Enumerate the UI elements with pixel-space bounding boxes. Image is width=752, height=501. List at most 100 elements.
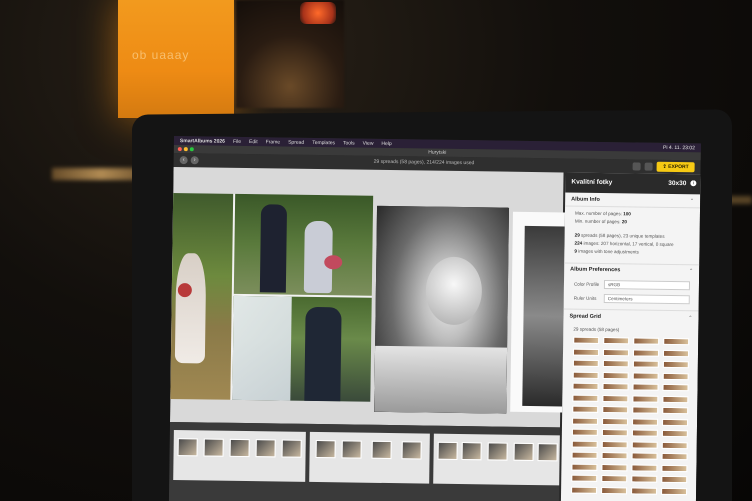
spread-grid-thumb[interactable] [633, 337, 660, 345]
view-icon[interactable] [632, 162, 641, 171]
spread-grid-thumb[interactable] [601, 452, 628, 460]
spread-grid-thumb[interactable] [632, 348, 660, 357]
spread-grid-thumb[interactable] [601, 474, 628, 483]
color-profile-select[interactable]: sRGB [603, 280, 691, 291]
filmstrip-thumb[interactable] [203, 438, 224, 457]
filmstrip-thumb[interactable] [487, 442, 508, 461]
spread-grid-thumb[interactable] [602, 348, 630, 356]
spread-grid-thumb[interactable] [571, 451, 598, 459]
filmstrip-thumb[interactable] [315, 440, 336, 459]
spread-grid-heading[interactable]: Spread Grid [569, 314, 601, 320]
spread-grid-thumb[interactable] [572, 417, 599, 425]
spread-grid-thumb[interactable] [573, 336, 600, 344]
photo-bride-forest[interactable] [168, 192, 234, 400]
menu-file[interactable]: File [233, 138, 241, 144]
filmstrip-thumb[interactable] [537, 443, 558, 462]
spread-grid-thumb[interactable] [662, 349, 690, 357]
filmstrip-spread-selected[interactable] [309, 431, 430, 484]
spread-left-page[interactable] [168, 192, 374, 402]
minimize-icon[interactable] [183, 147, 188, 152]
menu-tools[interactable]: Tools [343, 140, 355, 146]
ruler-units-select[interactable]: Centimeters [603, 294, 690, 305]
forward-icon[interactable]: › [190, 156, 199, 165]
spread-grid-thumb[interactable] [572, 348, 600, 356]
spread-grid-thumb[interactable] [663, 337, 690, 346]
menu-app-name[interactable]: SmartAlbums 2026 [180, 138, 225, 145]
spread-grid-thumb[interactable] [572, 382, 599, 390]
spread-grid-thumb[interactable] [601, 429, 628, 437]
spread-grid-thumb[interactable] [661, 452, 688, 461]
spread-grid-thumb[interactable] [602, 383, 629, 391]
filmstrip-thumb[interactable] [255, 439, 276, 458]
spread-grid-thumb[interactable] [632, 383, 659, 391]
spread-grid-thumb[interactable] [661, 464, 688, 472]
spread-grid-thumb[interactable] [601, 440, 628, 448]
spread-grid-thumb[interactable] [602, 360, 629, 368]
spread-grid-thumb[interactable] [602, 417, 629, 425]
photo-bw-bride-laughing[interactable] [374, 205, 510, 414]
filmstrip-thumb[interactable] [461, 442, 482, 461]
spread-grid-thumb[interactable] [632, 406, 659, 414]
chevron-up-icon[interactable]: ⌃ [688, 315, 692, 321]
album-info-heading[interactable]: Album Info [571, 197, 600, 203]
menu-help[interactable]: Help [381, 140, 391, 146]
spread-grid-thumb[interactable] [632, 394, 659, 403]
spread-grid-thumb[interactable] [661, 429, 688, 438]
spread-grid-thumb[interactable] [632, 360, 659, 368]
filmstrip-thumb[interactable] [437, 441, 458, 460]
close-icon[interactable] [177, 147, 182, 152]
spread-right-page[interactable] [374, 205, 510, 414]
album-preferences-heading[interactable]: Album Preferences [570, 267, 620, 274]
spread-grid-thumb[interactable] [602, 371, 629, 379]
photo-couple-kiss[interactable] [232, 295, 372, 402]
spread-grid-thumb[interactable] [631, 440, 658, 449]
spread-grid-thumb[interactable] [601, 486, 628, 494]
spread-grid-thumb[interactable] [572, 371, 599, 379]
spread-grid-thumb[interactable] [571, 428, 598, 436]
spread-grid-thumb[interactable] [661, 441, 688, 449]
filmstrip-spread[interactable] [433, 433, 560, 486]
spread-grid-thumb[interactable] [662, 383, 689, 392]
next-spread-page[interactable] [510, 211, 565, 413]
spread-grid-thumb[interactable] [662, 418, 689, 426]
filmstrip-thumb[interactable] [513, 442, 534, 462]
spread-grid-thumb[interactable] [631, 452, 658, 460]
spread-grid-thumb[interactable] [661, 487, 688, 495]
panel-toggle-icon[interactable] [644, 162, 653, 171]
filmstrip-thumb[interactable] [341, 440, 362, 459]
menu-edit[interactable]: Edit [249, 139, 258, 145]
photo-couple-standing[interactable] [233, 193, 374, 296]
spread-grid-thumb[interactable] [632, 371, 659, 380]
spread-grid-thumb[interactable] [603, 337, 630, 345]
info-icon[interactable]: i [690, 180, 697, 187]
spread-grid-thumb[interactable] [571, 486, 598, 494]
spread-grid-thumb[interactable] [601, 463, 628, 471]
spread-grid-thumb[interactable] [572, 405, 599, 413]
spread-grid-thumb[interactable] [571, 440, 598, 448]
filmstrip-thumb[interactable] [229, 438, 250, 458]
filmstrip-thumb[interactable] [281, 439, 302, 458]
menu-view[interactable]: View [363, 140, 374, 146]
spread-grid-thumb[interactable] [571, 463, 598, 471]
export-button[interactable]: ⇪ EXPORT [656, 161, 695, 173]
spread-grid-thumb[interactable] [602, 394, 629, 402]
spread-grid-thumb[interactable] [631, 429, 658, 437]
spread-grid-thumb[interactable] [662, 360, 689, 369]
menu-frame[interactable]: Frame [266, 139, 281, 145]
maximize-icon[interactable] [189, 147, 194, 152]
filmstrip-thumb[interactable] [371, 440, 392, 460]
filmstrip-thumb[interactable] [177, 438, 198, 457]
spread-grid-thumb[interactable] [571, 474, 598, 482]
spread-grid-thumb[interactable] [572, 359, 599, 367]
menu-templates[interactable]: Templates [312, 139, 335, 145]
spread-grid-thumb[interactable] [661, 475, 688, 484]
spread-grid-thumb[interactable] [572, 394, 599, 402]
spread-grid-thumb[interactable] [662, 395, 689, 403]
spread-grid-thumb[interactable] [662, 372, 689, 380]
spread-canvas[interactable] [168, 166, 565, 428]
spread-grid-thumb[interactable] [632, 417, 659, 426]
chevron-up-icon[interactable]: ⌃ [689, 268, 693, 274]
spread-grid-thumb[interactable] [631, 486, 658, 495]
spread-grid-thumb[interactable] [631, 475, 658, 483]
chevron-up-icon[interactable]: ⌃ [690, 198, 694, 204]
